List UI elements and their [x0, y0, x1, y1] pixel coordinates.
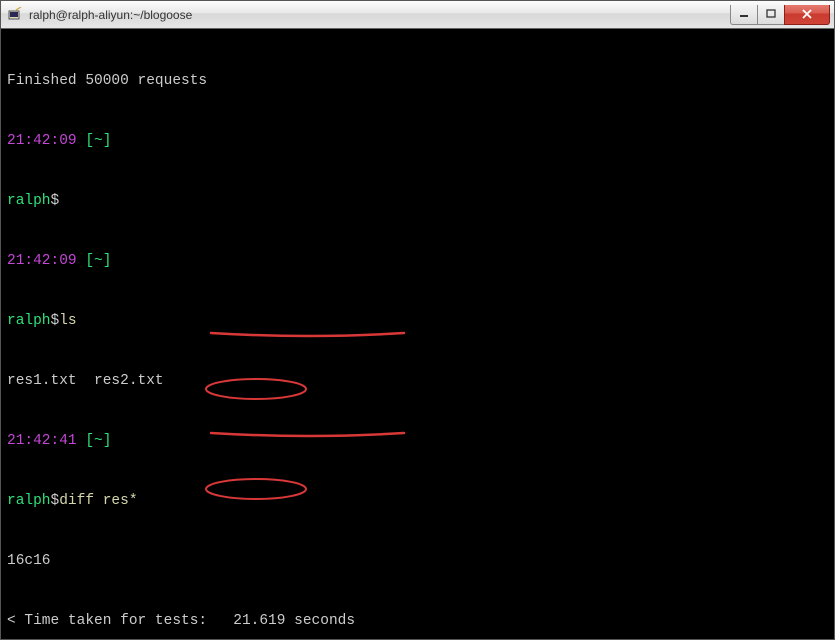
prompt-line: ralph$	[7, 191, 828, 211]
output-line: 16c16	[7, 551, 828, 571]
window: ralph@ralph-aliyun:~/blogoose Finished 5…	[0, 0, 835, 640]
prompt-line: 21:42:09 [~]	[7, 131, 828, 151]
prompt-line: 21:42:41 [~]	[7, 431, 828, 451]
window-controls	[731, 5, 830, 25]
window-title: ralph@ralph-aliyun:~/blogoose	[29, 8, 731, 22]
prompt-line: ralph$diff res*	[7, 491, 828, 511]
minimize-button[interactable]	[730, 5, 758, 25]
output-line: < Time taken for tests: 21.619 seconds	[7, 611, 828, 631]
output-line: Finished 50000 requests	[7, 71, 828, 91]
putty-icon	[7, 7, 23, 23]
prompt-line: 21:42:09 [~]	[7, 251, 828, 271]
close-button[interactable]	[784, 5, 830, 25]
annotation-underline-1	[209, 329, 409, 341]
output-line: res1.txt res2.txt	[7, 371, 828, 391]
prompt-line: ralph$ls	[7, 311, 828, 331]
maximize-button[interactable]	[757, 5, 785, 25]
titlebar[interactable]: ralph@ralph-aliyun:~/blogoose	[1, 1, 834, 29]
terminal[interactable]: Finished 50000 requests 21:42:09 [~] ral…	[1, 29, 834, 639]
